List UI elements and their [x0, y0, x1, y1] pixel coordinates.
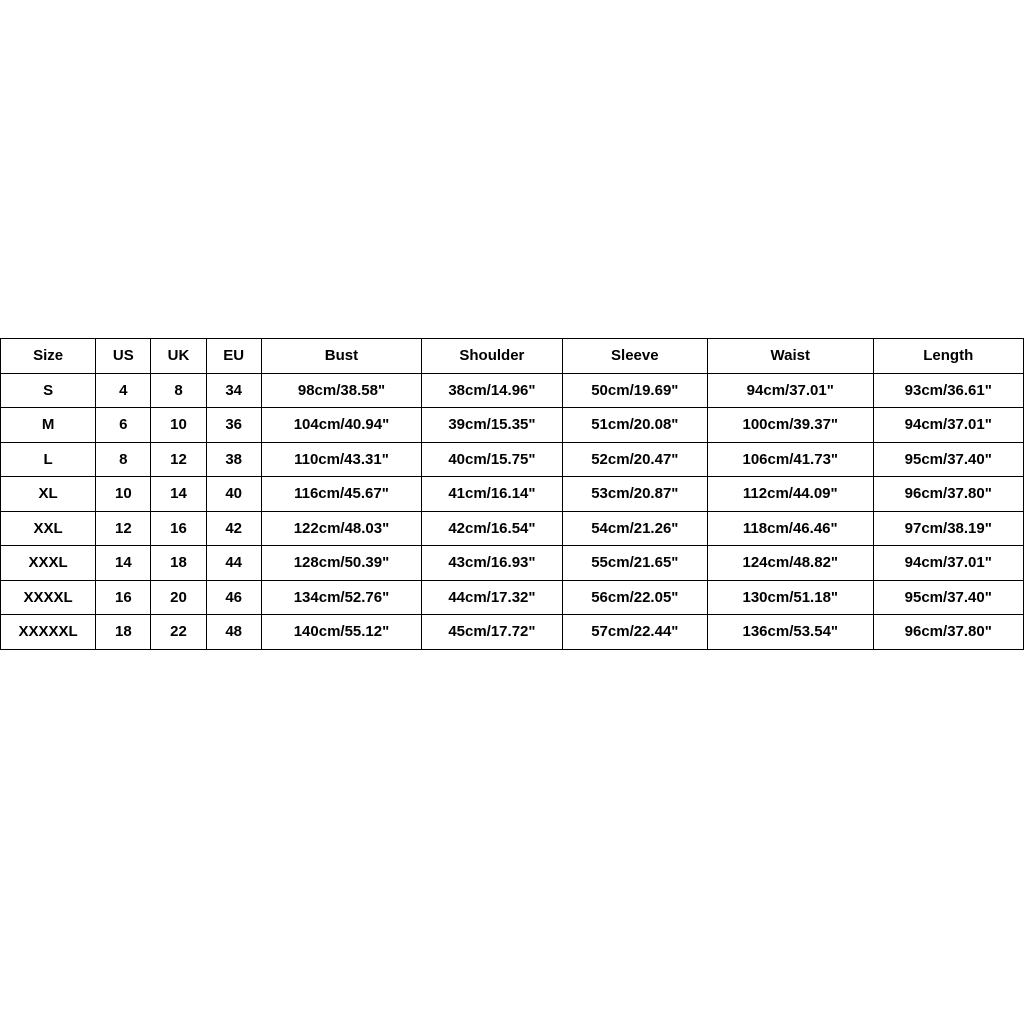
cell-eu: 36	[206, 408, 261, 443]
cell-uk: 12	[151, 442, 206, 477]
header-shoulder: Shoulder	[422, 339, 562, 374]
header-uk: UK	[151, 339, 206, 374]
size-chart-container: Size US UK EU Bust Shoulder Sleeve Waist…	[0, 338, 1024, 650]
cell-eu: 48	[206, 615, 261, 650]
header-sleeve: Sleeve	[562, 339, 707, 374]
cell-shoulder: 43cm/16.93"	[422, 546, 562, 581]
cell-us: 4	[96, 373, 151, 408]
cell-waist: 94cm/37.01"	[708, 373, 873, 408]
header-length: Length	[873, 339, 1023, 374]
cell-waist: 106cm/41.73"	[708, 442, 873, 477]
cell-sleeve: 55cm/21.65"	[562, 546, 707, 581]
cell-length: 97cm/38.19"	[873, 511, 1023, 546]
cell-length: 95cm/37.40"	[873, 442, 1023, 477]
cell-eu: 34	[206, 373, 261, 408]
cell-uk: 22	[151, 615, 206, 650]
header-eu: EU	[206, 339, 261, 374]
cell-eu: 44	[206, 546, 261, 581]
cell-uk: 14	[151, 477, 206, 512]
cell-bust: 104cm/40.94"	[261, 408, 421, 443]
cell-uk: 8	[151, 373, 206, 408]
cell-waist: 124cm/48.82"	[708, 546, 873, 581]
cell-size: XXXXL	[1, 580, 96, 615]
cell-bust: 128cm/50.39"	[261, 546, 421, 581]
cell-eu: 40	[206, 477, 261, 512]
table-row: XXXXL162046134cm/52.76"44cm/17.32"56cm/2…	[1, 580, 1024, 615]
cell-size: M	[1, 408, 96, 443]
cell-waist: 118cm/46.46"	[708, 511, 873, 546]
cell-uk: 10	[151, 408, 206, 443]
cell-bust: 116cm/45.67"	[261, 477, 421, 512]
table-row: S483498cm/38.58"38cm/14.96"50cm/19.69"94…	[1, 373, 1024, 408]
cell-size: S	[1, 373, 96, 408]
header-waist: Waist	[708, 339, 873, 374]
cell-us: 6	[96, 408, 151, 443]
cell-sleeve: 51cm/20.08"	[562, 408, 707, 443]
cell-size: L	[1, 442, 96, 477]
cell-shoulder: 42cm/16.54"	[422, 511, 562, 546]
header-us: US	[96, 339, 151, 374]
cell-length: 93cm/36.61"	[873, 373, 1023, 408]
cell-eu: 38	[206, 442, 261, 477]
cell-us: 12	[96, 511, 151, 546]
cell-waist: 136cm/53.54"	[708, 615, 873, 650]
cell-shoulder: 41cm/16.14"	[422, 477, 562, 512]
cell-bust: 110cm/43.31"	[261, 442, 421, 477]
cell-sleeve: 52cm/20.47"	[562, 442, 707, 477]
size-chart-table: Size US UK EU Bust Shoulder Sleeve Waist…	[0, 338, 1024, 650]
cell-length: 96cm/37.80"	[873, 615, 1023, 650]
table-row: XXXL141844128cm/50.39"43cm/16.93"55cm/21…	[1, 546, 1024, 581]
cell-uk: 20	[151, 580, 206, 615]
cell-size: XXXXXL	[1, 615, 96, 650]
cell-bust: 122cm/48.03"	[261, 511, 421, 546]
cell-size: XXXL	[1, 546, 96, 581]
cell-bust: 140cm/55.12"	[261, 615, 421, 650]
cell-waist: 100cm/39.37"	[708, 408, 873, 443]
table-body: S483498cm/38.58"38cm/14.96"50cm/19.69"94…	[1, 373, 1024, 649]
cell-bust: 134cm/52.76"	[261, 580, 421, 615]
header-size: Size	[1, 339, 96, 374]
cell-sleeve: 54cm/21.26"	[562, 511, 707, 546]
cell-bust: 98cm/38.58"	[261, 373, 421, 408]
table-row: M61036104cm/40.94"39cm/15.35"51cm/20.08"…	[1, 408, 1024, 443]
cell-waist: 112cm/44.09"	[708, 477, 873, 512]
cell-length: 94cm/37.01"	[873, 546, 1023, 581]
cell-us: 10	[96, 477, 151, 512]
cell-shoulder: 45cm/17.72"	[422, 615, 562, 650]
cell-us: 8	[96, 442, 151, 477]
cell-eu: 46	[206, 580, 261, 615]
header-bust: Bust	[261, 339, 421, 374]
cell-size: XL	[1, 477, 96, 512]
cell-us: 16	[96, 580, 151, 615]
cell-sleeve: 56cm/22.05"	[562, 580, 707, 615]
cell-shoulder: 38cm/14.96"	[422, 373, 562, 408]
cell-length: 95cm/37.40"	[873, 580, 1023, 615]
table-row: XL101440116cm/45.67"41cm/16.14"53cm/20.8…	[1, 477, 1024, 512]
cell-us: 14	[96, 546, 151, 581]
table-header-row: Size US UK EU Bust Shoulder Sleeve Waist…	[1, 339, 1024, 374]
cell-waist: 130cm/51.18"	[708, 580, 873, 615]
cell-sleeve: 53cm/20.87"	[562, 477, 707, 512]
cell-uk: 16	[151, 511, 206, 546]
cell-shoulder: 44cm/17.32"	[422, 580, 562, 615]
cell-sleeve: 57cm/22.44"	[562, 615, 707, 650]
cell-shoulder: 40cm/15.75"	[422, 442, 562, 477]
table-row: XXL121642122cm/48.03"42cm/16.54"54cm/21.…	[1, 511, 1024, 546]
cell-uk: 18	[151, 546, 206, 581]
table-row: XXXXXL182248140cm/55.12"45cm/17.72"57cm/…	[1, 615, 1024, 650]
cell-shoulder: 39cm/15.35"	[422, 408, 562, 443]
cell-length: 94cm/37.01"	[873, 408, 1023, 443]
cell-size: XXL	[1, 511, 96, 546]
cell-sleeve: 50cm/19.69"	[562, 373, 707, 408]
cell-eu: 42	[206, 511, 261, 546]
cell-length: 96cm/37.80"	[873, 477, 1023, 512]
cell-us: 18	[96, 615, 151, 650]
table-row: L81238110cm/43.31"40cm/15.75"52cm/20.47"…	[1, 442, 1024, 477]
